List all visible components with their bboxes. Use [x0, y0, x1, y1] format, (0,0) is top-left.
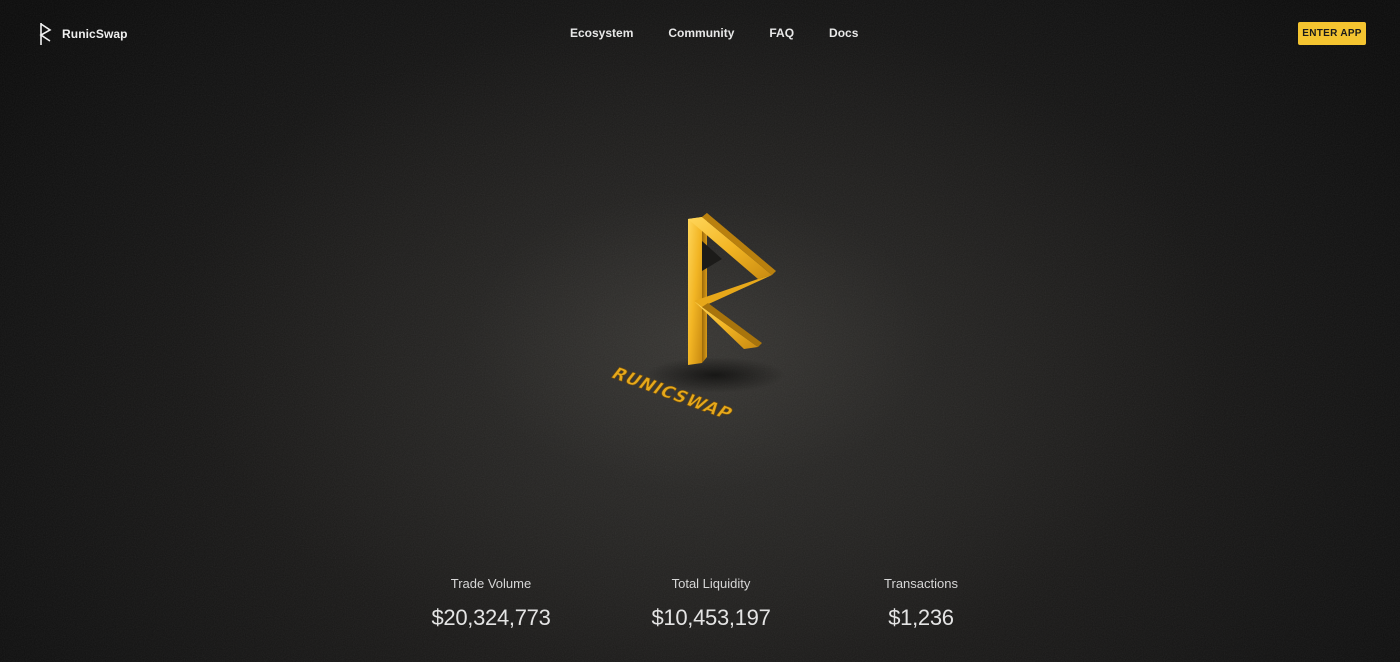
enter-app-button[interactable]: ENTER APP	[1298, 22, 1366, 45]
golden-rune-3d-logo: RUNICSWAP	[607, 213, 785, 424]
stat-value: $1,236	[888, 605, 954, 630]
nav-link-faq[interactable]: FAQ	[769, 26, 794, 40]
rune-logo-icon	[39, 23, 52, 45]
stat-value: $10,453,197	[651, 605, 771, 630]
nav-link-ecosystem[interactable]: Ecosystem	[570, 26, 633, 40]
nav-link-community[interactable]: Community	[668, 26, 734, 40]
stat-label: Trade Volume	[450, 576, 532, 591]
nav-link-docs[interactable]: Docs	[829, 26, 858, 40]
stat-trade-volume: Trade Volume $20,324,773	[381, 576, 601, 631]
main-nav: Ecosystem Community FAQ Docs	[570, 26, 858, 40]
brand-home-link[interactable]: RunicSwap	[38, 22, 128, 46]
stat-label: Total Liquidity	[671, 576, 751, 591]
stat-label: Transactions	[884, 576, 958, 591]
stat-total-liquidity: Total Liquidity $10,453,197	[601, 576, 821, 631]
stat-transactions: Transactions $1,236	[811, 576, 1031, 631]
top-navigation-bar: RunicSwap Ecosystem Community FAQ Docs E…	[0, 0, 1400, 66]
stat-value: $20,324,773	[431, 605, 551, 630]
brand-name: RunicSwap	[62, 27, 128, 41]
landing-page: RunicSwap Ecosystem Community FAQ Docs E…	[0, 0, 1400, 662]
